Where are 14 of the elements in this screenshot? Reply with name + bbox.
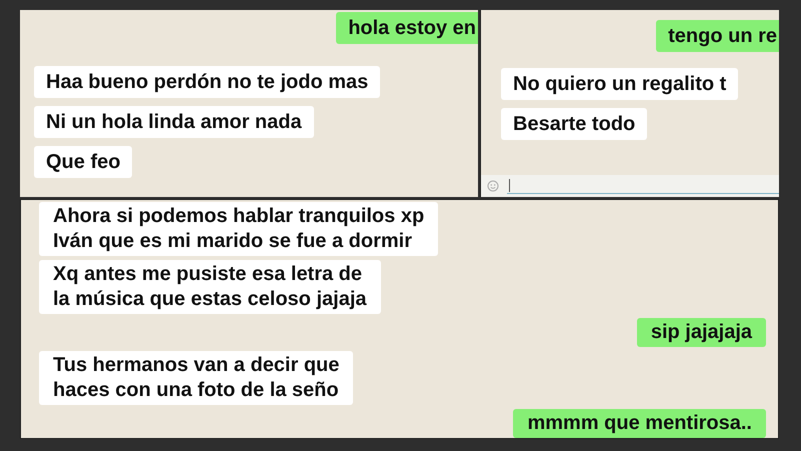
sent-message: hola estoy en bbox=[336, 12, 478, 44]
sent-message: tengo un re bbox=[656, 20, 779, 52]
sent-message: mmmm que mentirosa.. bbox=[513, 409, 766, 438]
received-message: Xq antes me pusiste esa letra de la música que estas celoso jajaja bbox=[39, 260, 380, 314]
message-input-field[interactable] bbox=[507, 178, 779, 194]
received-message: No quiero un regalito t bbox=[501, 68, 738, 100]
received-message: Besarte todo bbox=[501, 108, 648, 140]
sent-message: sip jajajaja bbox=[636, 318, 766, 347]
emoji-icon[interactable] bbox=[487, 180, 499, 192]
received-message: Ni un hola linda amor nada bbox=[34, 106, 314, 138]
received-message: Tus hermanos van a decir que haces con una foto de la seño bbox=[39, 351, 354, 405]
received-message: Ahora si podemos hablar tranquilos xp Iván que es mi marido se fue a dormir bbox=[39, 202, 438, 256]
received-message: Que feo bbox=[34, 146, 132, 178]
received-message: Haa bueno perdón no te jodo mas bbox=[34, 66, 380, 98]
